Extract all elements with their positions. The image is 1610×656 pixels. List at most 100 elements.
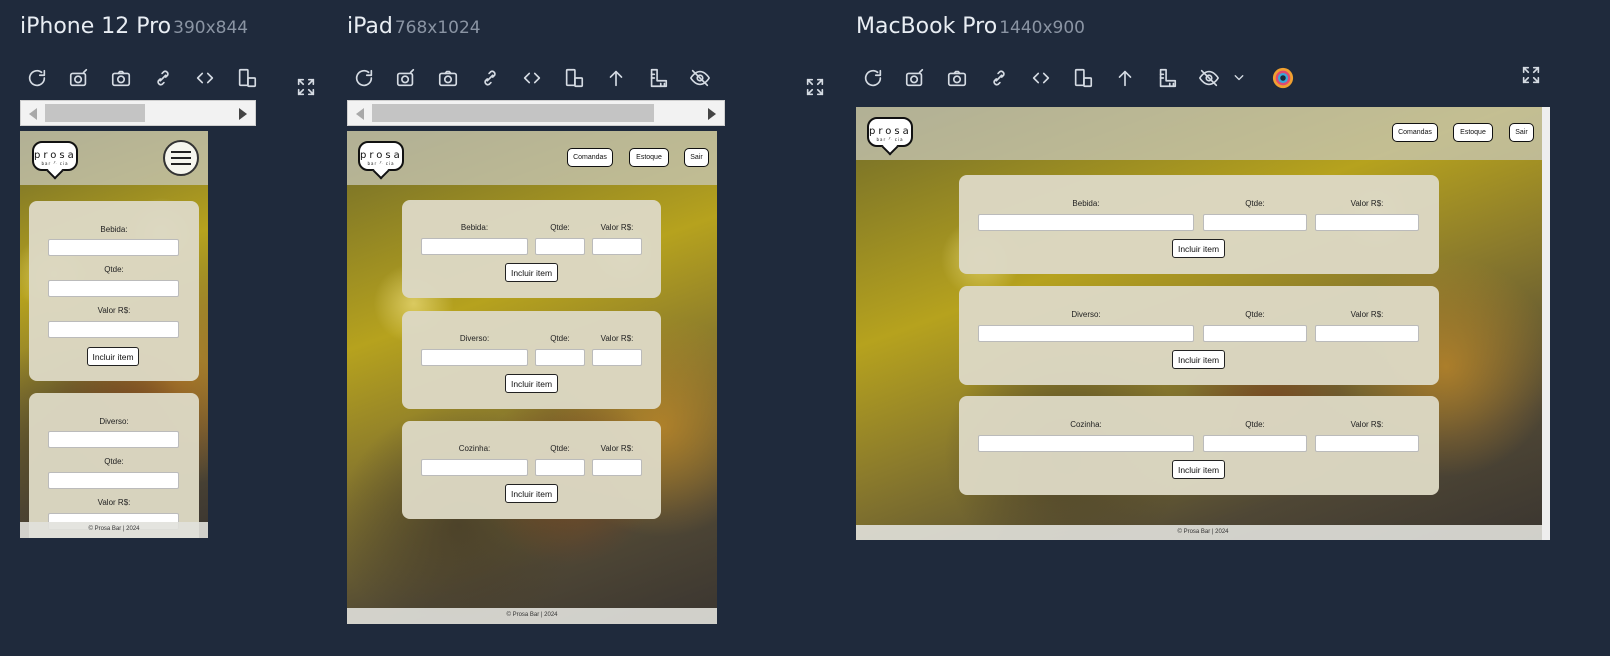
- item-input[interactable]: [421, 349, 528, 366]
- value-input[interactable]: [592, 238, 642, 255]
- hamburger-menu-icon[interactable]: [163, 140, 199, 176]
- code-icon[interactable]: [511, 62, 553, 94]
- logo[interactable]: prosa bar & cia: [358, 141, 404, 171]
- refresh-icon[interactable]: [16, 62, 58, 94]
- item-input[interactable]: [421, 459, 528, 476]
- expand-icon[interactable]: [804, 76, 830, 102]
- qty-label: Qtde:: [104, 457, 124, 466]
- camera-icon[interactable]: [427, 62, 469, 94]
- value-input[interactable]: [1315, 214, 1419, 231]
- refresh-icon[interactable]: [343, 62, 385, 94]
- value-input[interactable]: [1315, 435, 1419, 452]
- qty-input[interactable]: [48, 472, 179, 489]
- value-input[interactable]: [48, 321, 179, 338]
- scroll-right-icon[interactable]: [708, 108, 716, 120]
- color-picker-icon[interactable]: [1262, 62, 1304, 94]
- iphone-viewport: prosa bar & cia Bebida: Qtde: Valor R$: I…: [20, 131, 208, 538]
- logo-text: prosa: [869, 126, 912, 137]
- expand-icon[interactable]: [1520, 64, 1546, 90]
- include-item-button[interactable]: Incluir item: [1172, 239, 1225, 258]
- site-header: prosa bar & cia: [20, 131, 208, 185]
- nav-estoque-button[interactable]: Estoque: [1453, 123, 1493, 142]
- logo-text: prosa: [34, 150, 77, 161]
- include-item-button[interactable]: Incluir item: [87, 347, 139, 366]
- expand-icon[interactable]: [295, 76, 321, 102]
- refresh-icon[interactable]: [852, 62, 894, 94]
- rotate-device-icon[interactable]: [226, 62, 268, 94]
- value-label: Valor R$:: [97, 498, 131, 507]
- item-input[interactable]: [48, 239, 179, 256]
- nav-comandas-button[interactable]: Comandas: [567, 148, 613, 167]
- scroll-right-icon[interactable]: [239, 108, 247, 120]
- ipad-toolbar: [343, 62, 721, 94]
- item-input[interactable]: [978, 325, 1194, 342]
- scroll-thumb[interactable]: [372, 104, 654, 122]
- device-name: MacBook Pro: [856, 14, 998, 39]
- iphone-scrollbar[interactable]: [20, 100, 256, 126]
- item-input[interactable]: [978, 214, 1194, 231]
- value-input[interactable]: [592, 349, 642, 366]
- site-footer: © Prosa Bar | 2024: [20, 522, 208, 538]
- value-input[interactable]: [592, 459, 642, 476]
- logo[interactable]: prosa bar & cia: [32, 141, 78, 171]
- camera-edit-icon[interactable]: [385, 62, 427, 94]
- scroll-left-icon[interactable]: [356, 108, 364, 120]
- item-label: Diverso:: [99, 417, 129, 426]
- eye-slash-icon[interactable]: [679, 62, 721, 94]
- device-name: iPad: [347, 14, 393, 39]
- nav-comandas-button[interactable]: Comandas: [1392, 123, 1438, 142]
- device-size: 1440x900: [999, 18, 1085, 38]
- scroll-thumb[interactable]: [45, 104, 145, 122]
- ruler-icon[interactable]: [637, 62, 679, 94]
- include-item-button[interactable]: Incluir item: [1172, 350, 1225, 369]
- value-label: Valor R$:: [1350, 199, 1384, 208]
- ipad-scrollbar[interactable]: [347, 100, 725, 126]
- arrow-up-icon[interactable]: [595, 62, 637, 94]
- nav-estoque-button[interactable]: Estoque: [629, 148, 669, 167]
- camera-icon[interactable]: [936, 62, 978, 94]
- qty-input[interactable]: [48, 280, 179, 297]
- camera-icon[interactable]: [100, 62, 142, 94]
- section-card-bebida: Bebida: Qtde: Valor R$: Incluir item: [402, 200, 661, 298]
- logo-text: prosa: [360, 150, 403, 161]
- scroll-left-icon[interactable]: [29, 108, 37, 120]
- camera-edit-icon[interactable]: [894, 62, 936, 94]
- nav-sair-button[interactable]: Sair: [1509, 123, 1534, 142]
- value-label: Valor R$:: [600, 334, 634, 343]
- include-item-button[interactable]: Incluir item: [505, 374, 558, 393]
- device-size: 390x844: [173, 18, 249, 38]
- code-icon[interactable]: [184, 62, 226, 94]
- item-label: Diverso:: [1071, 310, 1101, 319]
- value-label: Valor R$:: [97, 306, 131, 315]
- item-input[interactable]: [978, 435, 1194, 452]
- rotate-device-icon[interactable]: [1062, 62, 1104, 94]
- qty-input[interactable]: [535, 238, 585, 255]
- chevron-down-icon[interactable]: [1230, 62, 1248, 94]
- camera-edit-icon[interactable]: [58, 62, 100, 94]
- vertical-scrollbar[interactable]: [1542, 107, 1550, 540]
- qty-input[interactable]: [535, 459, 585, 476]
- item-input[interactable]: [421, 238, 528, 255]
- value-input[interactable]: [1315, 325, 1419, 342]
- item-input[interactable]: [48, 431, 179, 448]
- link-sync-icon[interactable]: [469, 62, 511, 94]
- qty-input[interactable]: [1203, 214, 1307, 231]
- logo[interactable]: prosa bar & cia: [867, 117, 913, 147]
- arrow-up-icon[interactable]: [1104, 62, 1146, 94]
- rotate-device-icon[interactable]: [553, 62, 595, 94]
- qty-input[interactable]: [1203, 435, 1307, 452]
- ruler-icon[interactable]: [1146, 62, 1188, 94]
- include-item-button[interactable]: Incluir item: [505, 484, 558, 503]
- include-item-button[interactable]: Incluir item: [505, 263, 558, 282]
- link-sync-icon[interactable]: [142, 62, 184, 94]
- value-label: Valor R$:: [600, 444, 634, 453]
- code-icon[interactable]: [1020, 62, 1062, 94]
- qty-input[interactable]: [535, 349, 585, 366]
- device-size: 768x1024: [394, 18, 481, 38]
- include-item-button[interactable]: Incluir item: [1172, 460, 1225, 479]
- nav-sair-button[interactable]: Sair: [684, 148, 709, 167]
- link-sync-icon[interactable]: [978, 62, 1020, 94]
- iphone-toolbar: [16, 62, 268, 94]
- eye-slash-icon[interactable]: [1188, 62, 1230, 94]
- qty-input[interactable]: [1203, 325, 1307, 342]
